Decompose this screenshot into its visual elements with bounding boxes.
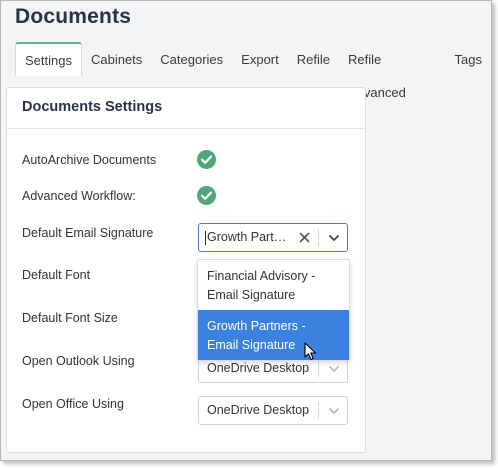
tab-refile[interactable]: Refile [288, 43, 339, 76]
chevron-down-icon[interactable] [328, 232, 340, 247]
select-separator [318, 360, 319, 377]
tab-cabinets[interactable]: Cabinets [82, 43, 151, 76]
advanced-workflow-check-icon[interactable] [197, 186, 216, 205]
tab-bar: Settings Cabinets Categories Export Refi… [15, 42, 491, 100]
app-window: Documents Settings Cabinets Categories E… [0, 0, 492, 461]
auto-archive-label: AutoArchive Documents [22, 153, 157, 167]
page-title: Documents [15, 5, 132, 28]
select-separator [318, 229, 319, 246]
select-separator [318, 402, 319, 419]
panel-title: Documents Settings [7, 88, 365, 129]
tab-settings[interactable]: Settings [15, 42, 82, 76]
option-growth-partners[interactable]: Growth Partners - Email Signature [198, 310, 349, 360]
mouse-pointer-icon [304, 342, 317, 361]
tab-categories[interactable]: Categories [151, 43, 232, 76]
check-circle-icon [200, 191, 213, 200]
clear-icon[interactable] [299, 232, 310, 246]
tab-export[interactable]: Export [232, 43, 288, 76]
default-font-size-label: Default Font Size [22, 311, 118, 325]
email-signature-select[interactable]: Growth Partners - Email Signature [198, 223, 348, 252]
open-outlook-label: Open Outlook Using [22, 354, 135, 368]
chevron-down-icon[interactable] [328, 363, 340, 378]
email-signature-label: Default Email Signature [22, 226, 154, 240]
tab-tags[interactable]: Tags [446, 43, 491, 76]
default-font-label: Default Font [22, 268, 91, 282]
open-office-select[interactable]: OneDrive Desktop [198, 396, 348, 425]
text-caret [205, 231, 206, 245]
tab-refile-advanced[interactable]: Refile Advanced [339, 43, 446, 100]
chevron-down-icon[interactable] [328, 405, 340, 420]
email-signature-dropdown: Financial Advisory - Email Signature Gro… [197, 259, 350, 361]
open-office-value: OneDrive Desktop [207, 403, 310, 417]
check-circle-icon [200, 155, 213, 164]
auto-archive-check-icon[interactable] [197, 150, 216, 169]
email-signature-value: Growth Partners - Email Signature [207, 230, 293, 244]
option-financial-advisory[interactable]: Financial Advisory - Email Signature [198, 260, 349, 310]
open-office-label: Open Office Using [22, 397, 124, 411]
advanced-workflow-label: Advanced Workflow: [22, 189, 136, 203]
